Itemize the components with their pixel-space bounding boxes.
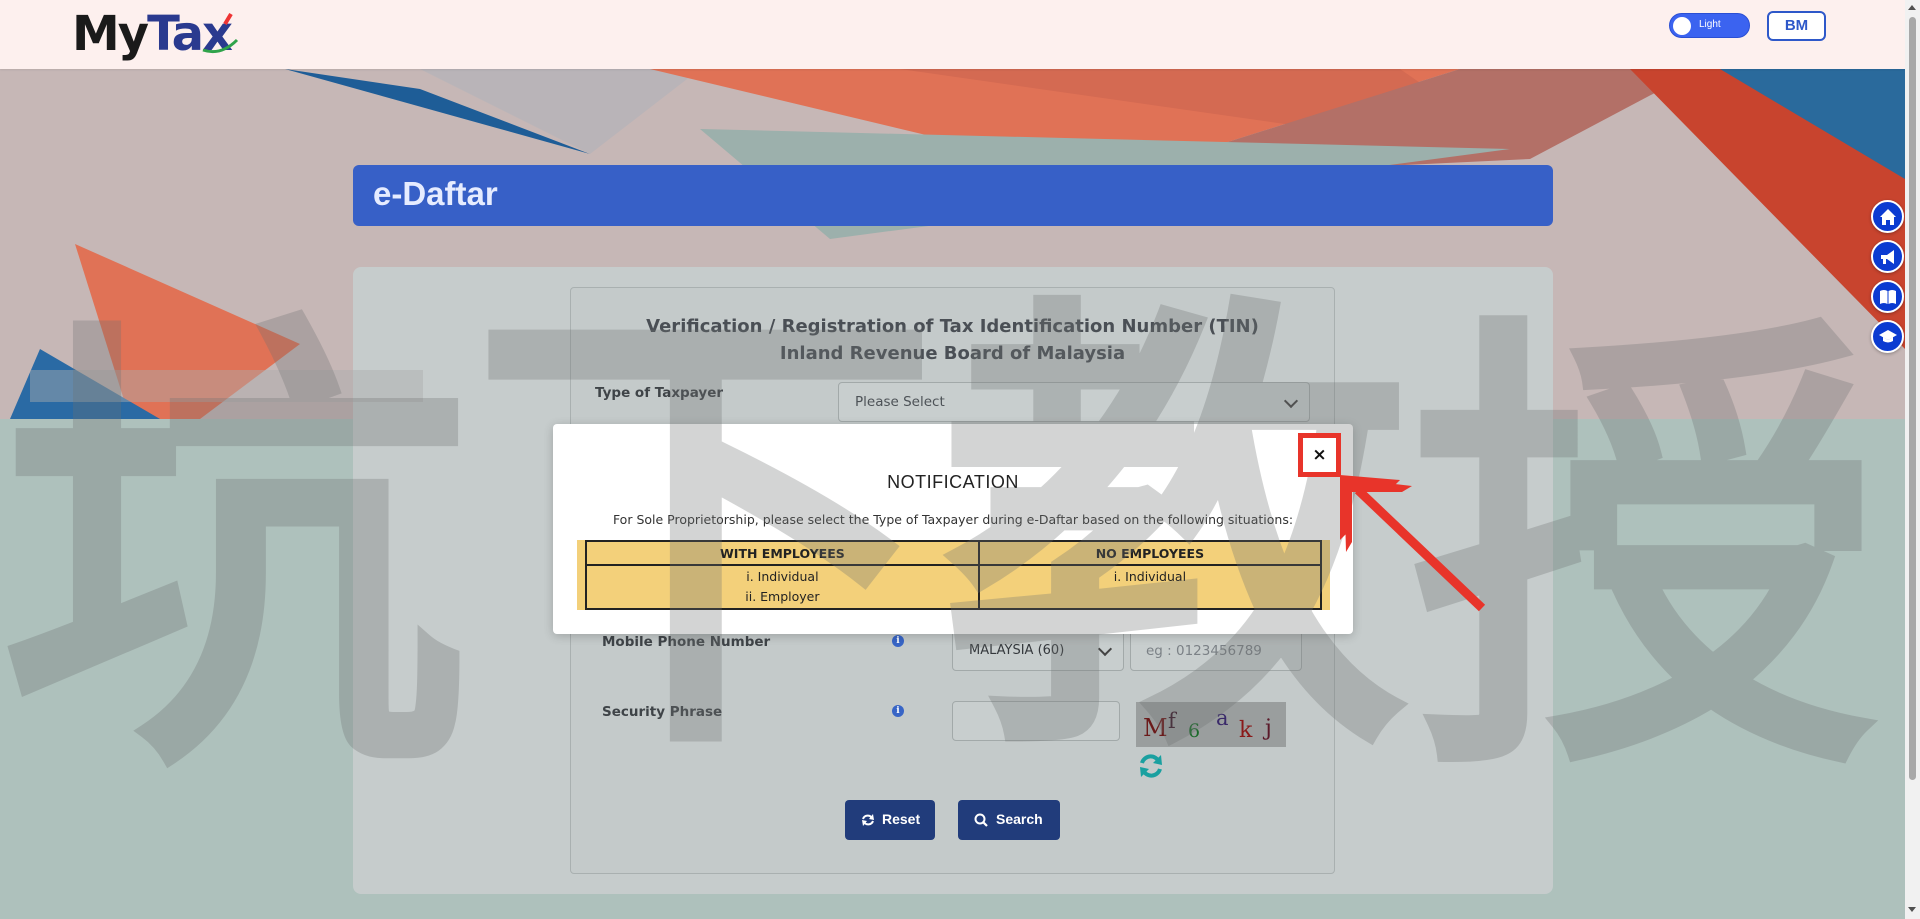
captcha-char: M <box>1143 714 1168 742</box>
education-button[interactable] <box>1871 320 1904 353</box>
watermark-bar <box>30 370 423 402</box>
chevron-down-icon <box>1283 393 1299 409</box>
reset-button[interactable]: Reset <box>845 800 935 840</box>
notification-modal: NOTIFICATION For Sole Proprietorship, pl… <box>553 424 1353 634</box>
taxpayer-type-value: Please Select <box>855 394 945 410</box>
form-title-line1: Verification / Registration of Tax Ident… <box>646 316 1259 337</box>
modal-table-container: WITH EMPLOYEES NO EMPLOYEES i. Individua… <box>577 540 1330 610</box>
captcha-char: 6 <box>1188 720 1201 742</box>
info-icon[interactable]: i <box>892 705 904 717</box>
home-button[interactable] <box>1871 200 1904 233</box>
search-icon <box>974 813 988 827</box>
chevron-down-icon <box>1097 641 1113 657</box>
table-cell-no-employees: i. Individual <box>977 564 1323 610</box>
scroll-down-arrow-icon[interactable] <box>1908 907 1916 912</box>
captcha-image: M f 6 a k j <box>1136 702 1286 747</box>
home-icon <box>1880 209 1896 225</box>
security-phrase-label: Security Phrase <box>602 704 723 720</box>
page-title-bar: e-Daftar <box>353 165 1553 226</box>
captcha-char: f <box>1168 709 1176 733</box>
theme-label: Light <box>1699 19 1721 30</box>
theme-toggle[interactable]: Light <box>1669 13 1750 38</box>
top-header: MyTax Light BM <box>0 0 1905 69</box>
page-scrollbar[interactable] <box>1905 0 1920 919</box>
scrollbar-thumb[interactable] <box>1909 17 1916 780</box>
mytax-logo[interactable]: MyTax <box>72 6 239 62</box>
annotation-arrow-icon <box>1340 475 1486 612</box>
close-icon: × <box>1312 445 1327 465</box>
table-header-with-employees: WITH EMPLOYEES <box>585 540 980 566</box>
taxpayer-situation-table: WITH EMPLOYEES NO EMPLOYEES i. Individua… <box>585 540 1323 610</box>
modal-description: For Sole Proprietorship, please select t… <box>612 512 1294 527</box>
phone-number-input[interactable]: eg : 0123456789 <box>1130 630 1302 671</box>
captcha-char: j <box>1265 716 1272 741</box>
graduation-cap-icon <box>1879 330 1897 343</box>
reset-label: Reset <box>882 811 921 827</box>
table-cell-with-employees: i. Individual ii. Employer <box>585 564 980 610</box>
search-label: Search <box>996 811 1043 827</box>
phone-placeholder: eg : 0123456789 <box>1146 643 1262 659</box>
book-icon <box>1880 290 1896 304</box>
table-cell-line: ii. Employer <box>745 589 820 604</box>
search-button[interactable]: Search <box>958 800 1060 840</box>
logo-tick-icon <box>202 12 239 54</box>
announcement-button[interactable] <box>1871 240 1904 273</box>
megaphone-icon <box>1881 250 1894 264</box>
page-title: e-Daftar <box>373 175 498 212</box>
taxpayer-type-label: Type of Taxpayer <box>595 385 724 401</box>
captcha-char: k <box>1239 718 1253 743</box>
captcha-char: a <box>1216 706 1229 730</box>
country-code-select[interactable]: MALAYSIA (60) <box>952 630 1124 671</box>
refresh-icon <box>862 814 874 826</box>
table-cell-line: i. Individual <box>746 569 819 584</box>
logo-text-my: My <box>72 6 149 62</box>
modal-title: NOTIFICATION <box>887 472 1019 492</box>
language-button[interactable]: BM <box>1767 11 1826 41</box>
table-cell-line: i. Individual <box>1113 569 1187 584</box>
mobile-phone-label: Mobile Phone Number <box>602 634 771 650</box>
taxpayer-type-select[interactable]: Please Select <box>838 382 1310 422</box>
guide-button[interactable] <box>1871 280 1904 313</box>
toggle-knob <box>1673 16 1691 35</box>
scroll-up-arrow-icon[interactable] <box>1908 5 1916 10</box>
table-header-no-employees: NO EMPLOYEES <box>977 540 1323 566</box>
security-phrase-input[interactable] <box>952 701 1120 741</box>
refresh-captcha-icon[interactable] <box>1137 752 1165 780</box>
form-title-line2: Inland Revenue Board of Malaysia <box>779 343 1126 364</box>
info-icon[interactable]: i <box>892 635 904 647</box>
country-code-value: MALAYSIA (60) <box>969 643 1065 658</box>
form-title: Verification / Registration of Tax Ident… <box>570 313 1335 367</box>
